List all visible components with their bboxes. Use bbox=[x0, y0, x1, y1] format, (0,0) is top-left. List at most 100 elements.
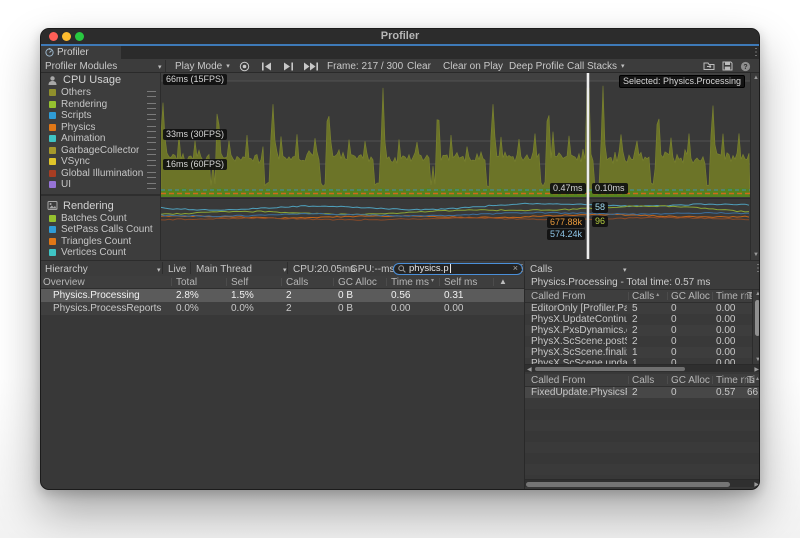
column-separator[interactable] bbox=[281, 278, 282, 286]
charts-scrollbar[interactable]: ▲ ▼ bbox=[750, 73, 760, 260]
column-header-called-from[interactable]: Called From bbox=[531, 291, 585, 302]
legend-item-triangles-count[interactable]: Triangles Count bbox=[41, 236, 160, 248]
legend-item-setpass-calls-count[interactable]: SetPass Calls Count bbox=[41, 224, 160, 236]
pane-mode-dropdown[interactable]: Calls bbox=[530, 262, 552, 276]
tab-menu-kebab-icon[interactable]: ⋮ bbox=[751, 46, 760, 60]
legend-item-rendering[interactable]: Rendering bbox=[41, 99, 160, 111]
column-separator[interactable] bbox=[493, 278, 494, 286]
column-header-ti[interactable]: Ti bbox=[747, 375, 755, 386]
load-profile-button[interactable] bbox=[703, 59, 715, 73]
column-separator[interactable] bbox=[712, 292, 713, 300]
deep-profile-button[interactable]: Deep Profile bbox=[509, 59, 564, 73]
hierarchy-table-header[interactable]: OverviewTotalSelfCallsGC AllocTime ms▾Se… bbox=[41, 276, 524, 289]
scrollbar-thumb[interactable] bbox=[526, 482, 730, 487]
toolbar-menu-kebab-icon[interactable]: ⋮ bbox=[755, 59, 760, 73]
clear-button[interactable]: Clear bbox=[407, 59, 431, 73]
drag-handle-icon[interactable] bbox=[147, 126, 156, 132]
column-header-gc-alloc[interactable]: GC Alloc bbox=[671, 291, 710, 302]
module-header-rendering[interactable]: Rendering bbox=[41, 199, 160, 213]
prev-frame-button[interactable] bbox=[261, 59, 272, 73]
call-stacks-dropdown[interactable]: Call Stacks▾ bbox=[567, 59, 625, 73]
column-separator[interactable] bbox=[171, 278, 172, 286]
details-pane-kebab-icon[interactable]: ⋮ bbox=[517, 262, 527, 276]
called-from-table-header[interactable]: Called FromCallsGC AllocTime ms▴Ti bbox=[525, 374, 760, 387]
live-toggle[interactable]: Live bbox=[168, 262, 186, 276]
rendering-chart[interactable] bbox=[161, 198, 750, 259]
table-row[interactable]: PhysX.UpdateContinuatio200.00 bbox=[525, 314, 760, 325]
scroll-up-icon[interactable]: ▲ bbox=[753, 75, 759, 81]
play-mode-dropdown[interactable]: Play Mode▾ bbox=[175, 59, 230, 73]
search-input[interactable]: physics.p × bbox=[393, 263, 523, 275]
table-row[interactable]: PhysX.ScScene.finalizatic100.00 bbox=[525, 347, 760, 358]
column-header-gc-alloc[interactable]: GC Alloc bbox=[671, 375, 710, 386]
table-row[interactable]: PhysX.ScScene.postSolve200.00 bbox=[525, 336, 760, 347]
legend-item-scripts[interactable]: Scripts bbox=[41, 110, 160, 122]
drag-handle-icon[interactable] bbox=[147, 160, 156, 166]
column-separator[interactable] bbox=[439, 278, 440, 286]
column-separator[interactable] bbox=[628, 376, 629, 384]
column-header-overview[interactable]: Overview bbox=[43, 277, 85, 288]
details-view-dropdown[interactable]: Hierarchy bbox=[45, 262, 88, 276]
legend-item-animation[interactable]: Animation bbox=[41, 133, 160, 145]
last-frame-button[interactable] bbox=[303, 59, 319, 73]
column-header-called-from[interactable]: Called From bbox=[531, 375, 585, 386]
callers-horizontal-scrollbar[interactable]: ◀▶ bbox=[525, 364, 760, 372]
column-separator[interactable] bbox=[333, 278, 334, 286]
legend-item-others[interactable]: Others bbox=[41, 87, 160, 99]
column-separator[interactable] bbox=[744, 376, 745, 384]
legend-item-vsync[interactable]: VSync bbox=[41, 156, 160, 168]
drag-handle-icon[interactable] bbox=[147, 103, 156, 109]
legend-item-ui[interactable]: UI bbox=[41, 179, 160, 191]
legend-item-vertices-count[interactable]: Vertices Count bbox=[41, 247, 160, 259]
callers-vertical-scrollbar[interactable]: ▲▼ bbox=[752, 290, 760, 364]
scroll-left-icon[interactable]: ◀ bbox=[527, 366, 532, 373]
legend-item-batches-count[interactable]: Batches Count bbox=[41, 213, 160, 225]
called-from-table-header[interactable]: Called FromCalls▴GC AllocTime msTi bbox=[525, 290, 760, 303]
column-separator[interactable] bbox=[712, 376, 713, 384]
scroll-right-icon[interactable]: ▶ bbox=[754, 366, 759, 373]
table-row[interactable]: EditorOnly [Profiler.ParseT500.00 bbox=[525, 303, 760, 314]
column-separator[interactable] bbox=[667, 292, 668, 300]
profiler-modules-dropdown[interactable]: Profiler Modules bbox=[45, 59, 117, 73]
tab-profiler[interactable]: Profiler bbox=[41, 46, 121, 59]
drag-handle-icon[interactable] bbox=[147, 114, 156, 120]
column-header-total[interactable]: Total bbox=[176, 277, 197, 288]
pane-menu-kebab-icon[interactable]: ⋮ bbox=[753, 262, 760, 276]
table-row-physics.processreports[interactable]: Physics.ProcessReports0.0%0.0%20 B0.000.… bbox=[41, 302, 524, 315]
next-frame-button[interactable] bbox=[283, 59, 294, 73]
drag-handle-icon[interactable] bbox=[147, 183, 156, 189]
record-button[interactable] bbox=[239, 59, 250, 73]
scrollbar-thumb[interactable] bbox=[535, 367, 685, 371]
help-button[interactable]: ? bbox=[740, 59, 751, 73]
callees-horizontal-scrollbar[interactable]: ▶ bbox=[525, 479, 760, 487]
column-header-calls[interactable]: Calls▴ bbox=[632, 291, 659, 302]
drag-handle-icon[interactable] bbox=[147, 137, 156, 143]
warning-column-icon[interactable]: ▲ bbox=[499, 277, 507, 286]
scroll-down-icon[interactable]: ▼ bbox=[755, 357, 760, 363]
column-header-calls[interactable]: Calls bbox=[286, 277, 308, 288]
table-row[interactable]: PhysX.PxsDynamics.creat200.00 bbox=[525, 325, 760, 336]
column-separator[interactable] bbox=[386, 278, 387, 286]
clear-on-play-button[interactable]: Clear on Play bbox=[443, 59, 503, 73]
thread-dropdown[interactable]: Main Thread bbox=[196, 262, 252, 276]
scrollbar-thumb[interactable] bbox=[755, 300, 760, 336]
column-header-calls[interactable]: Calls bbox=[632, 375, 654, 386]
save-profile-button[interactable] bbox=[722, 59, 733, 73]
drag-handle-icon[interactable] bbox=[147, 149, 156, 155]
column-separator[interactable] bbox=[744, 292, 745, 300]
column-separator[interactable] bbox=[628, 292, 629, 300]
table-row[interactable]: FixedUpdate.PhysicsFixec200.5766 bbox=[525, 387, 760, 398]
column-header-gc-alloc[interactable]: GC Alloc bbox=[338, 277, 377, 288]
legend-item-global-illumination[interactable]: Global Illumination bbox=[41, 168, 160, 180]
column-header-self-ms[interactable]: Self ms bbox=[444, 277, 477, 288]
drag-handle-icon[interactable] bbox=[147, 91, 156, 97]
column-separator[interactable] bbox=[226, 278, 227, 286]
cpu-usage-chart[interactable] bbox=[161, 73, 750, 197]
table-row-physics.processing[interactable]: Physics.Processing2.8%1.5%20 B0.560.31 bbox=[41, 289, 524, 302]
legend-item-physics[interactable]: Physics bbox=[41, 122, 160, 134]
scroll-right-icon[interactable]: ▶ bbox=[754, 481, 759, 488]
column-header-time-ms[interactable]: Time ms▾ bbox=[391, 277, 434, 288]
legend-item-garbagecollector[interactable]: GarbageCollector bbox=[41, 145, 160, 157]
scroll-up-icon[interactable]: ▲ bbox=[755, 291, 760, 297]
module-header-cpu-usage[interactable]: CPU Usage bbox=[41, 73, 160, 87]
